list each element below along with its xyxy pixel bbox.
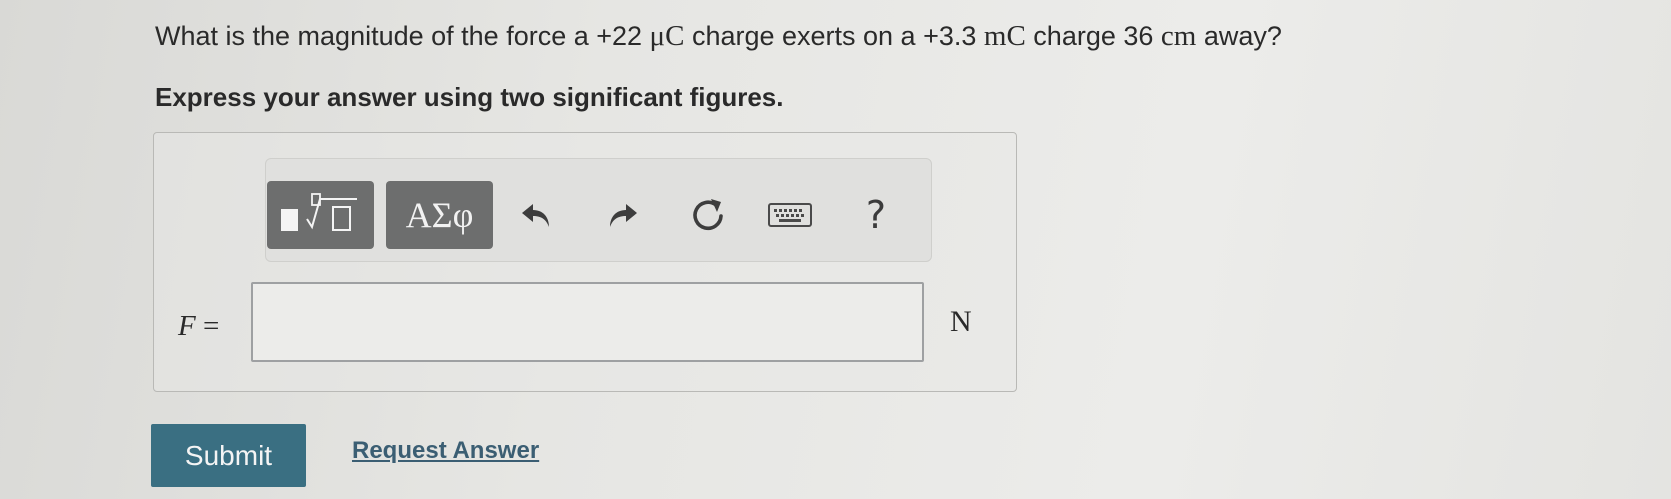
help-button[interactable]: ? bbox=[849, 187, 903, 243]
equals-sign: = bbox=[195, 310, 220, 342]
request-answer-link[interactable]: Request Answer bbox=[352, 437, 539, 465]
redo-icon bbox=[610, 204, 637, 227]
templates-button[interactable] bbox=[267, 181, 374, 249]
unit-microcoulomb: μC bbox=[649, 20, 685, 52]
unit-millicoulomb: mC bbox=[983, 20, 1026, 52]
keyboard-button[interactable] bbox=[763, 187, 817, 243]
question-part: charge exerts on a +3.3 bbox=[684, 21, 984, 51]
undo-icon bbox=[522, 204, 549, 227]
math-toolbar: ΑΣφ ? bbox=[265, 158, 932, 262]
submit-button[interactable]: Submit bbox=[151, 424, 306, 487]
question-part: away? bbox=[1196, 21, 1282, 51]
redo-button[interactable] bbox=[596, 187, 650, 243]
instruction-text: Express your answer using two significan… bbox=[155, 82, 784, 112]
keyboard-icon bbox=[768, 203, 812, 227]
undo-button[interactable] bbox=[509, 187, 563, 243]
templates-icon bbox=[275, 189, 367, 242]
greek-symbols-label: ΑΣφ bbox=[405, 195, 474, 235]
question-text: What is the magnitude of the force a +22… bbox=[155, 20, 1282, 53]
answer-variable-label: F = bbox=[178, 310, 219, 343]
unit-label: N bbox=[950, 305, 972, 338]
help-icon: ? bbox=[865, 193, 887, 237]
reset-button[interactable] bbox=[681, 187, 735, 243]
question-part: What is the magnitude of the force a +22 bbox=[155, 21, 650, 51]
unit-centimeter: cm bbox=[1160, 20, 1197, 52]
question-part: charge 36 bbox=[1025, 21, 1161, 51]
answer-input[interactable] bbox=[251, 282, 924, 362]
greek-symbols-button[interactable]: ΑΣφ bbox=[386, 181, 493, 249]
reset-icon bbox=[693, 199, 723, 231]
variable-symbol: F bbox=[178, 310, 196, 342]
